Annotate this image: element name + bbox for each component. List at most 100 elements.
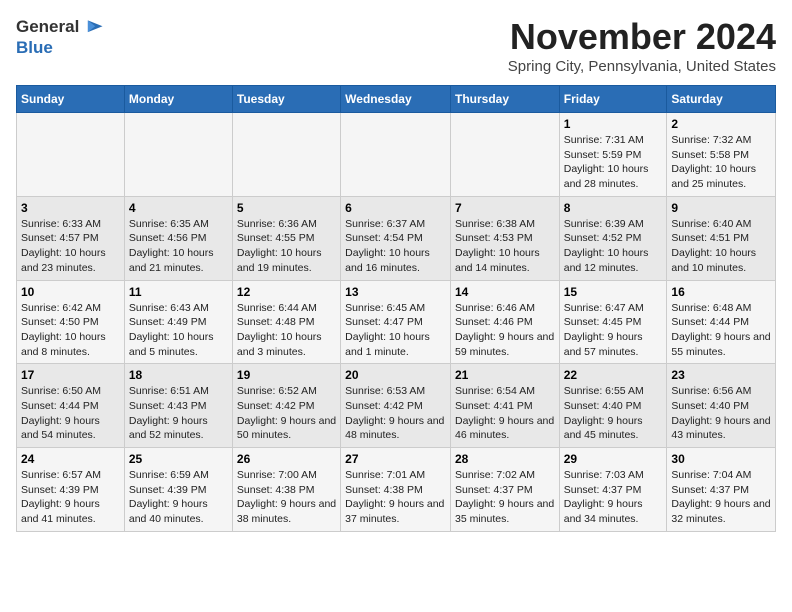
day-number: 7: [455, 201, 555, 215]
day-number: 11: [129, 285, 228, 299]
day-number: 22: [564, 368, 663, 382]
calendar-cell: 16 Sunrise: 6:48 AM Sunset: 4:44 PM Dayli…: [667, 280, 776, 364]
day-info: Sunrise: 6:54 AM Sunset: 4:41 PM Dayligh…: [455, 384, 555, 443]
day-info: Sunrise: 7:31 AM Sunset: 5:59 PM Dayligh…: [564, 133, 663, 192]
month-title: November 2024: [508, 16, 776, 58]
day-info: Sunrise: 6:55 AM Sunset: 4:40 PM Dayligh…: [564, 384, 663, 443]
day-number: 19: [237, 368, 336, 382]
calendar-week-row: 10 Sunrise: 6:42 AM Sunset: 4:50 PM Dayli…: [17, 280, 776, 364]
day-info: Sunrise: 6:46 AM Sunset: 4:46 PM Dayligh…: [455, 301, 555, 360]
calendar-week-row: 3 Sunrise: 6:33 AM Sunset: 4:57 PM Daylig…: [17, 196, 776, 280]
calendar-week-row: 17 Sunrise: 6:50 AM Sunset: 4:44 PM Dayli…: [17, 364, 776, 448]
day-info: Sunrise: 6:56 AM Sunset: 4:40 PM Dayligh…: [671, 384, 771, 443]
page-header: General Blue November 2024 Spring City, …: [16, 16, 776, 75]
calendar-cell: 26 Sunrise: 7:00 AM Sunset: 4:38 PM Dayli…: [232, 448, 340, 532]
calendar-cell: 15Sunrise: 6:47 AM Sunset: 4:45 PM Dayli…: [559, 280, 667, 364]
calendar-cell: 24 Sunrise: 6:57 AM Sunset: 4:39 PM Dayli…: [17, 448, 125, 532]
logo-blue-text: Blue: [16, 38, 53, 58]
calendar-cell: 4 Sunrise: 6:35 AM Sunset: 4:56 PM Daylig…: [124, 196, 232, 280]
calendar-cell: 3 Sunrise: 6:33 AM Sunset: 4:57 PM Daylig…: [17, 196, 125, 280]
location-subtitle: Spring City, Pennsylvania, United States: [508, 58, 776, 75]
day-number: 17: [21, 368, 120, 382]
calendar-cell: 29Sunrise: 7:03 AM Sunset: 4:37 PM Dayli…: [559, 448, 667, 532]
day-info: Sunrise: 6:52 AM Sunset: 4:42 PM Dayligh…: [237, 384, 336, 443]
day-info: Sunrise: 7:01 AM Sunset: 4:38 PM Dayligh…: [345, 468, 446, 527]
day-number: 8: [564, 201, 663, 215]
column-header-wednesday: Wednesday: [341, 86, 451, 113]
day-info: Sunrise: 6:53 AM Sunset: 4:42 PM Dayligh…: [345, 384, 446, 443]
column-header-friday: Friday: [559, 86, 667, 113]
calendar-cell: 1 Sunrise: 7:31 AM Sunset: 5:59 PM Daylig…: [559, 113, 667, 197]
calendar-cell: 9Sunrise: 6:40 AM Sunset: 4:51 PM Daylig…: [667, 196, 776, 280]
day-number: 1: [564, 117, 663, 131]
day-info: Sunrise: 6:44 AM Sunset: 4:48 PM Dayligh…: [237, 301, 336, 360]
calendar-cell: 23 Sunrise: 6:56 AM Sunset: 4:40 PM Dayli…: [667, 364, 776, 448]
day-number: 24: [21, 452, 120, 466]
day-number: 16: [671, 285, 771, 299]
day-info: Sunrise: 6:40 AM Sunset: 4:51 PM Dayligh…: [671, 217, 771, 276]
day-info: Sunrise: 6:48 AM Sunset: 4:44 PM Dayligh…: [671, 301, 771, 360]
calendar-cell: 8 Sunrise: 6:39 AM Sunset: 4:52 PM Daylig…: [559, 196, 667, 280]
calendar-week-row: 1 Sunrise: 7:31 AM Sunset: 5:59 PM Daylig…: [17, 113, 776, 197]
day-number: 20: [345, 368, 446, 382]
calendar-cell: 10 Sunrise: 6:42 AM Sunset: 4:50 PM Dayli…: [17, 280, 125, 364]
column-header-monday: Monday: [124, 86, 232, 113]
day-number: 14: [455, 285, 555, 299]
day-info: Sunrise: 6:42 AM Sunset: 4:50 PM Dayligh…: [21, 301, 120, 360]
day-number: 26: [237, 452, 336, 466]
logo-general-text: General: [16, 17, 79, 37]
day-number: 21: [455, 368, 555, 382]
day-number: 18: [129, 368, 228, 382]
calendar-cell: [450, 113, 559, 197]
calendar-cell: 7 Sunrise: 6:38 AM Sunset: 4:53 PM Daylig…: [450, 196, 559, 280]
calendar-cell: 17 Sunrise: 6:50 AM Sunset: 4:44 PM Dayli…: [17, 364, 125, 448]
calendar-table: SundayMondayTuesdayWednesdayThursdayFrid…: [16, 85, 776, 532]
day-number: 10: [21, 285, 120, 299]
day-info: Sunrise: 7:03 AM Sunset: 4:37 PM Dayligh…: [564, 468, 663, 527]
day-number: 4: [129, 201, 228, 215]
calendar-cell: [341, 113, 451, 197]
calendar-cell: 14 Sunrise: 6:46 AM Sunset: 4:46 PM Dayli…: [450, 280, 559, 364]
calendar-cell: 6Sunrise: 6:37 AM Sunset: 4:54 PM Daylig…: [341, 196, 451, 280]
calendar-cell: [17, 113, 125, 197]
calendar-cell: 22 Sunrise: 6:55 AM Sunset: 4:40 PM Dayli…: [559, 364, 667, 448]
day-number: 2: [671, 117, 771, 131]
column-header-tuesday: Tuesday: [232, 86, 340, 113]
day-number: 13: [345, 285, 446, 299]
calendar-cell: 27Sunrise: 7:01 AM Sunset: 4:38 PM Dayli…: [341, 448, 451, 532]
day-info: Sunrise: 7:00 AM Sunset: 4:38 PM Dayligh…: [237, 468, 336, 527]
day-info: Sunrise: 6:33 AM Sunset: 4:57 PM Dayligh…: [21, 217, 120, 276]
calendar-cell: 19 Sunrise: 6:52 AM Sunset: 4:42 PM Dayli…: [232, 364, 340, 448]
calendar-cell: 18Sunrise: 6:51 AM Sunset: 4:43 PM Dayli…: [124, 364, 232, 448]
calendar-cell: 12 Sunrise: 6:44 AM Sunset: 4:48 PM Dayli…: [232, 280, 340, 364]
column-header-thursday: Thursday: [450, 86, 559, 113]
day-info: Sunrise: 7:32 AM Sunset: 5:58 PM Dayligh…: [671, 133, 771, 192]
calendar-week-row: 24 Sunrise: 6:57 AM Sunset: 4:39 PM Dayli…: [17, 448, 776, 532]
day-info: Sunrise: 6:39 AM Sunset: 4:52 PM Dayligh…: [564, 217, 663, 276]
day-info: Sunrise: 6:45 AM Sunset: 4:47 PM Dayligh…: [345, 301, 446, 360]
logo-icon: [82, 16, 104, 38]
day-info: Sunrise: 6:57 AM Sunset: 4:39 PM Dayligh…: [21, 468, 120, 527]
day-info: Sunrise: 6:38 AM Sunset: 4:53 PM Dayligh…: [455, 217, 555, 276]
title-block: November 2024 Spring City, Pennsylvania,…: [508, 16, 776, 75]
day-info: Sunrise: 6:59 AM Sunset: 4:39 PM Dayligh…: [129, 468, 228, 527]
day-number: 15: [564, 285, 663, 299]
day-number: 5: [237, 201, 336, 215]
calendar-cell: 30Sunrise: 7:04 AM Sunset: 4:37 PM Dayli…: [667, 448, 776, 532]
column-header-sunday: Sunday: [17, 86, 125, 113]
calendar-cell: 5 Sunrise: 6:36 AM Sunset: 4:55 PM Daylig…: [232, 196, 340, 280]
calendar-cell: 13 Sunrise: 6:45 AM Sunset: 4:47 PM Dayli…: [341, 280, 451, 364]
day-info: Sunrise: 7:02 AM Sunset: 4:37 PM Dayligh…: [455, 468, 555, 527]
day-number: 28: [455, 452, 555, 466]
day-number: 12: [237, 285, 336, 299]
calendar-cell: 2 Sunrise: 7:32 AM Sunset: 5:58 PM Daylig…: [667, 113, 776, 197]
day-number: 3: [21, 201, 120, 215]
day-number: 23: [671, 368, 771, 382]
day-info: Sunrise: 6:43 AM Sunset: 4:49 PM Dayligh…: [129, 301, 228, 360]
calendar-cell: [124, 113, 232, 197]
calendar-header-row: SundayMondayTuesdayWednesdayThursdayFrid…: [17, 86, 776, 113]
day-info: Sunrise: 6:50 AM Sunset: 4:44 PM Dayligh…: [21, 384, 120, 443]
column-header-saturday: Saturday: [667, 86, 776, 113]
day-info: Sunrise: 6:36 AM Sunset: 4:55 PM Dayligh…: [237, 217, 336, 276]
day-info: Sunrise: 6:35 AM Sunset: 4:56 PM Dayligh…: [129, 217, 228, 276]
